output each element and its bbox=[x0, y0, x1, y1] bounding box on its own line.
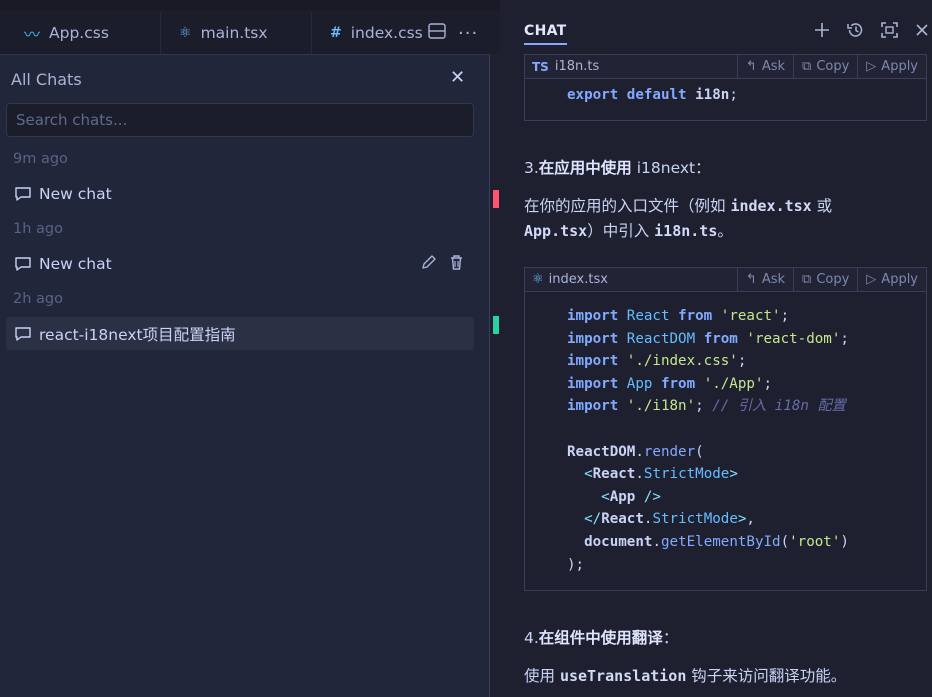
text: ）中引入 bbox=[587, 222, 655, 240]
code-block-index-tsx: ⚛ index.tsx ↰ Ask ⧉ Copy ▷ Apply import Rea… bbox=[524, 267, 927, 591]
step-colon: ： bbox=[695, 159, 711, 177]
hash-icon: # bbox=[330, 25, 342, 41]
time-label: 2h ago bbox=[13, 291, 63, 307]
react-icon: ⚛ bbox=[532, 272, 544, 287]
step-number: 4. bbox=[524, 629, 539, 647]
step-title: 在应用中使用 bbox=[538, 159, 632, 177]
chat-pane: CHAT TS i18n.ts ↰ Ask ⧉ Copy ▷ Apply export… bbox=[500, 0, 932, 697]
chat-item-label: New chat bbox=[39, 184, 112, 203]
tab-label: App.css bbox=[49, 24, 109, 42]
copy-label: Copy bbox=[816, 59, 850, 74]
history-icon[interactable] bbox=[846, 21, 865, 39]
play-icon: ▷ bbox=[866, 272, 877, 287]
typescript-icon: TS bbox=[532, 59, 549, 74]
tab-label: index.css bbox=[350, 24, 423, 42]
code-filename: i18n.ts bbox=[554, 59, 600, 74]
chat-item-label: New chat bbox=[39, 254, 112, 273]
code-content: export default i18n; bbox=[567, 87, 738, 103]
plus-icon[interactable] bbox=[813, 21, 831, 39]
chat-item[interactable]: New chat bbox=[6, 247, 474, 280]
chat-header-actions bbox=[813, 21, 930, 39]
editor-tab-bar: 〰 App.css ⚛ main.tsx # index.css ··· bbox=[0, 0, 932, 54]
copy-icon: ⧉ bbox=[802, 59, 812, 74]
ask-icon: ↰ bbox=[745, 59, 757, 74]
time-label: 1h ago bbox=[13, 221, 63, 237]
inline-code: useTranslation bbox=[559, 667, 687, 685]
panel-title: All Chats bbox=[11, 70, 82, 89]
text: 或 bbox=[811, 197, 833, 215]
apply-button[interactable]: ▷ Apply bbox=[857, 55, 926, 78]
copy-button[interactable]: ⧉ Copy bbox=[793, 268, 857, 291]
inline-code: i18n.ts bbox=[654, 222, 718, 240]
gutter-marker-green bbox=[493, 316, 499, 334]
apply-button[interactable]: ▷ Apply bbox=[857, 268, 926, 291]
apply-label: Apply bbox=[881, 272, 918, 287]
tailwind-icon: 〰 bbox=[24, 25, 41, 44]
close-icon[interactable] bbox=[914, 21, 930, 39]
text: 在你的应用的入口文件（例如 bbox=[524, 197, 731, 215]
edit-icon[interactable] bbox=[420, 254, 437, 271]
inline-code: App.tsx bbox=[524, 222, 588, 240]
copy-label: Copy bbox=[816, 272, 850, 287]
step-title: 在组件中使用翻译 bbox=[538, 629, 663, 647]
code-content: import React from 'react'; import ReactD… bbox=[567, 308, 849, 573]
maximize-icon[interactable] bbox=[880, 21, 899, 39]
ask-label: Ask bbox=[761, 59, 786, 74]
ask-button[interactable]: ↰ Ask bbox=[736, 268, 793, 291]
editor-gutter-strip bbox=[490, 54, 500, 697]
step-lib: i18next bbox=[631, 159, 696, 177]
code-block-header: TS i18n.ts ↰ Ask ⧉ Copy ▷ Apply bbox=[525, 55, 926, 79]
copy-icon: ⧉ bbox=[802, 272, 812, 287]
tab-actions: ··· bbox=[428, 12, 478, 54]
all-chats-panel: All Chats ✕ 9m ago New chat 1h ago New c… bbox=[0, 54, 490, 697]
chat-item[interactable]: New chat bbox=[6, 177, 474, 210]
chat-pane-header: CHAT bbox=[500, 10, 932, 54]
tab-divider bbox=[160, 12, 161, 54]
react-icon: ⚛ bbox=[179, 25, 192, 41]
search-chats-input[interactable] bbox=[6, 103, 474, 137]
text: 钩子来访问翻译功能。 bbox=[686, 667, 847, 685]
step-3-paragraph: 在你的应用的入口文件（例如 index.tsx 或 App.tsx）中引入 i1… bbox=[524, 194, 924, 244]
code-block-header: ⚛ index.tsx ↰ Ask ⧉ Copy ▷ Apply bbox=[525, 268, 926, 292]
text: 。 bbox=[717, 222, 733, 240]
step-number: 3. bbox=[524, 159, 539, 177]
tab-app-css[interactable]: 〰 App.css bbox=[24, 12, 109, 54]
ask-icon: ↰ bbox=[745, 272, 757, 287]
step-3-heading: 3.在应用中使用 i18next： bbox=[524, 156, 924, 181]
step-colon: ： bbox=[662, 629, 679, 647]
gutter-marker-red bbox=[493, 190, 499, 208]
apply-label: Apply bbox=[881, 59, 918, 74]
chat-tab-title[interactable]: CHAT bbox=[524, 23, 567, 45]
inline-code: index.tsx bbox=[730, 197, 812, 215]
more-icon[interactable]: ··· bbox=[458, 23, 478, 44]
ask-button[interactable]: ↰ Ask bbox=[736, 55, 793, 78]
chat-item-label: react-i18next项目配置指南 bbox=[39, 325, 236, 344]
chat-bubble-icon bbox=[15, 186, 31, 201]
play-icon: ▷ bbox=[866, 59, 877, 74]
ask-label: Ask bbox=[761, 272, 786, 287]
code-block-actions: ↰ Ask ⧉ Copy ▷ Apply bbox=[736, 55, 926, 78]
text: 使用 bbox=[524, 667, 560, 685]
split-editor-icon[interactable] bbox=[428, 23, 446, 43]
chat-item-actions bbox=[420, 254, 464, 271]
tab-label: main.tsx bbox=[200, 24, 268, 42]
tab-index-css[interactable]: # index.css bbox=[330, 12, 423, 54]
trash-icon[interactable] bbox=[449, 254, 464, 271]
chat-item-active[interactable]: react-i18next项目配置指南 bbox=[6, 317, 474, 350]
close-icon[interactable]: ✕ bbox=[450, 67, 465, 88]
step-4-paragraph: 使用 useTranslation 钩子来访问翻译功能。 bbox=[524, 664, 924, 689]
copy-button[interactable]: ⧉ Copy bbox=[793, 55, 857, 78]
time-label: 9m ago bbox=[13, 151, 68, 167]
code-block-i18n: TS i18n.ts ↰ Ask ⧉ Copy ▷ Apply export defa… bbox=[524, 54, 927, 121]
chat-bubble-icon bbox=[15, 326, 31, 341]
tab-divider bbox=[311, 12, 312, 54]
tab-main-tsx[interactable]: ⚛ main.tsx bbox=[179, 12, 268, 54]
step-4-heading: 4.在组件中使用翻译： bbox=[524, 626, 924, 651]
chat-bubble-icon bbox=[15, 256, 31, 271]
code-filename: index.tsx bbox=[548, 272, 608, 287]
code-block-actions: ↰ Ask ⧉ Copy ▷ Apply bbox=[736, 268, 926, 291]
